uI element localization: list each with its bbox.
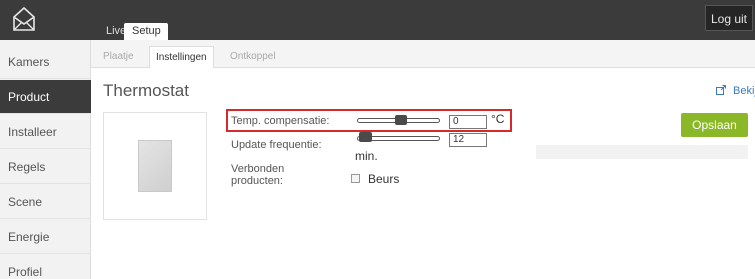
tab-plaatje[interactable]: Plaatje (103, 46, 134, 68)
status-bar (536, 145, 748, 159)
logo[interactable] (0, 0, 90, 40)
thermostat-image (138, 140, 172, 192)
sidebar-item-scene[interactable]: Scene (0, 185, 91, 219)
sidebar-item-energie[interactable]: Energie (0, 220, 91, 254)
update-slider-handle[interactable] (359, 132, 372, 142)
beurs-checkbox[interactable] (351, 174, 360, 183)
subtab-bar: Plaatje Instellingen Ontkoppel (91, 40, 755, 68)
beurs-label[interactable]: Beurs (368, 172, 399, 186)
sidebar-item-product[interactable]: Product (0, 80, 91, 114)
tab-ontkoppel[interactable]: Ontkoppel (230, 46, 276, 68)
sidebar: Kamers Product Installeer Regels Scene E… (0, 40, 91, 279)
sidebar-item-regels[interactable]: Regels (0, 150, 91, 184)
temp-compensation-label: Temp. compensatie: (231, 115, 330, 127)
update-unit: min. (355, 149, 378, 163)
tab-instellingen[interactable]: Instellingen (149, 46, 214, 68)
update-frequency-input[interactable]: 12 (449, 133, 487, 147)
logout-button[interactable]: Log uit (704, 5, 753, 31)
sidebar-item-kamers[interactable]: Kamers (0, 45, 91, 79)
external-link-icon[interactable] (716, 85, 726, 95)
temp-compensation-input[interactable]: 0 (449, 115, 487, 129)
connected-products-label: Verbonden producten: (231, 163, 285, 187)
home-envelope-icon (13, 6, 35, 31)
sidebar-item-profiel[interactable]: Profiel (0, 255, 91, 279)
app-window: Live Setup Log uit Kamers Product Instal… (0, 0, 755, 279)
top-bar: Live Setup Log uit (0, 0, 755, 40)
update-frequency-label: Update frequentie: (231, 139, 322, 151)
bekijk-link[interactable]: Bekijk (733, 85, 755, 97)
product-image (103, 112, 207, 220)
save-button[interactable]: Opslaan (681, 113, 748, 137)
sidebar-item-installeer[interactable]: Installeer (0, 115, 91, 149)
tab-setup[interactable]: Setup (124, 23, 168, 40)
temp-unit: °C (491, 112, 505, 126)
temp-slider-handle[interactable] (395, 115, 407, 125)
page-title: Thermostat (103, 81, 189, 100)
